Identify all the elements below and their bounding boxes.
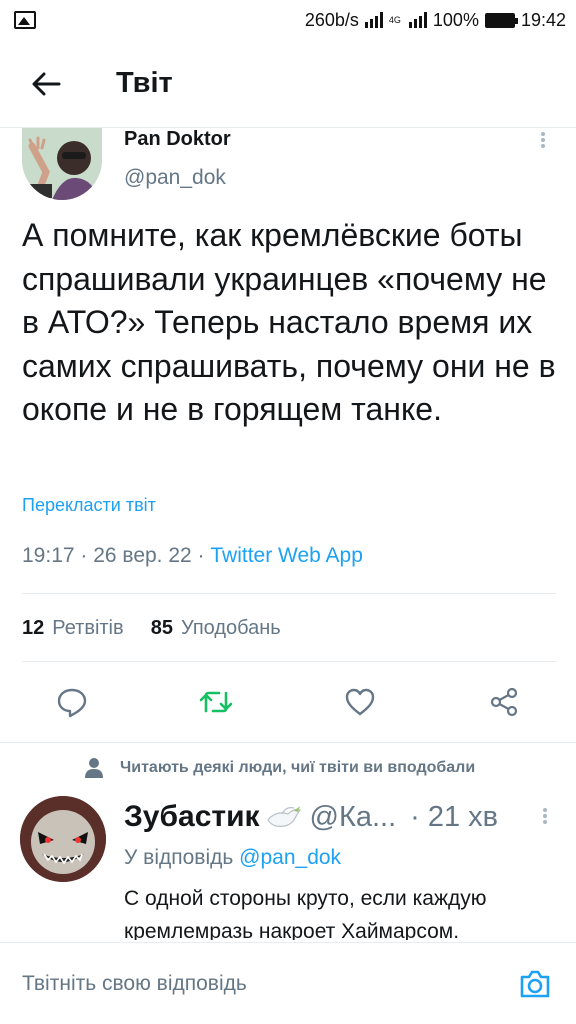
tweet-more-button[interactable] <box>538 130 548 152</box>
arrow-left-icon <box>32 72 61 95</box>
person-icon <box>85 758 103 778</box>
network-type: 4G <box>388 15 401 25</box>
compose-bar: Твітніть свою відповідь <box>0 942 576 1024</box>
author-name[interactable]: Pan Doktor <box>124 128 231 151</box>
reply-author-avatar[interactable] <box>20 796 106 882</box>
translate-tweet-link[interactable]: Перекласти твіт <box>22 495 156 516</box>
social-context-text: Читають деякі люди, чиї твіти ви вподоба… <box>120 759 476 776</box>
clock: 19:42 <box>520 9 566 30</box>
reply-input[interactable]: Твітніть свою відповідь <box>22 972 518 996</box>
camera-button[interactable] <box>518 967 552 1001</box>
comment-icon <box>57 688 87 718</box>
tweet-meta: 19:17 · 26 вер. 22 · Twitter Web App <box>22 544 363 568</box>
page-title: Твіт <box>116 67 173 99</box>
reply-more-button[interactable] <box>540 806 550 828</box>
reply-to-mention[interactable]: @pan_dok <box>239 846 341 869</box>
battery-percent: 100% <box>432 9 479 30</box>
reply-text: С одной стороны круто, если каждую кремл… <box>124 887 487 940</box>
author-avatar[interactable] <box>22 128 102 200</box>
reply-separator: · <box>410 800 420 833</box>
back-button[interactable] <box>24 62 68 106</box>
retweet-button[interactable] <box>198 684 234 720</box>
status-bar: 260b/s 4G 100% 19:42 <box>0 0 576 40</box>
share-icon <box>490 687 518 717</box>
social-context: Читають деякі люди, чиї твіти ви вподоба… <box>84 757 475 779</box>
battery-icon <box>484 12 518 28</box>
section-divider <box>0 742 576 743</box>
share-button[interactable] <box>486 684 522 720</box>
reply-time: 21 хв <box>427 800 499 833</box>
dove-emoji-icon <box>266 806 301 827</box>
network-speed: 260b/s <box>304 9 359 30</box>
signal-icon <box>364 12 383 28</box>
retweets-stat[interactable]: 12 Ретвітів <box>22 617 124 639</box>
image-notification-icon <box>14 11 36 29</box>
reply-author-handle[interactable]: @Ка... <box>310 801 397 834</box>
camera-icon <box>520 970 550 997</box>
like-button[interactable] <box>342 684 378 720</box>
reply-author-name[interactable]: Зубастик <box>124 800 260 834</box>
divider <box>22 661 556 662</box>
tweet-timestamp: 19:17 · 26 вер. 22 · <box>22 544 211 567</box>
signal-icon-2 <box>408 12 427 28</box>
reply-to-label: У відповідь <box>124 846 240 869</box>
likes-stat[interactable]: 85 Уподобань <box>151 617 281 639</box>
reply-header: Зубастик @Ка... · 21 хв <box>124 800 560 834</box>
reply-button[interactable] <box>54 684 90 720</box>
retweet-icon <box>199 691 233 713</box>
author-handle[interactable]: @pan_dok <box>124 166 226 190</box>
reply-to: У відповідь @pan_dok <box>124 846 341 870</box>
tweet-source-app[interactable]: Twitter Web App <box>210 544 363 567</box>
divider <box>22 593 556 594</box>
tweet-text: А помните, как кремлёвские боты спрашива… <box>22 217 556 427</box>
tweet-stats: 12 Ретвітів 85 Уподобань <box>22 617 281 640</box>
heart-icon <box>345 688 375 716</box>
top-bar: Твіт <box>0 40 576 128</box>
